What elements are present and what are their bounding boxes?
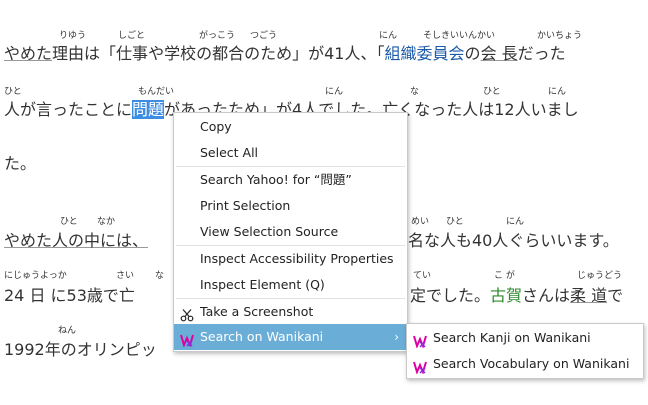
text-span: 定でした。 (410, 286, 491, 305)
menu-item-label: Take a Screenshot (200, 304, 314, 319)
furigana: さい (116, 271, 135, 281)
text-line-5: 24 日 に53歳で亡 (4, 286, 135, 305)
menu-item-label: View Selection Source (200, 224, 339, 239)
text-line-6: 1992年のオリンピッ (4, 340, 157, 359)
menu-item-search-wanikani[interactable]: Search on Wanikani › (174, 324, 407, 350)
text-span: や (148, 44, 165, 63)
word-link[interactable]: 組織委員会 (385, 44, 465, 63)
text-line-3: た。 (4, 154, 37, 173)
furigana: な (155, 271, 165, 281)
text-span: の (464, 44, 481, 63)
text-span: だった (517, 44, 566, 63)
menu-item-label: Inspect Accessibility Properties (200, 251, 394, 266)
menu-item-search-vocabulary[interactable]: Search Vocabulary on Wanikani (407, 351, 643, 377)
menu-item-search-kanji[interactable]: Search Kanji on Wanikani (407, 325, 643, 351)
text-span: 理由 (52, 44, 85, 63)
menu-item-label: Inspect Element (Q) (200, 277, 325, 292)
text-span: 人 (4, 100, 21, 119)
furigana: ねん (58, 326, 77, 336)
text-span: 都合 (212, 44, 245, 63)
furigana: にじゅうよっか (4, 271, 67, 281)
text-span: 、「 (360, 44, 385, 63)
chevron-right-icon: › (394, 330, 399, 344)
menu-item-label: Search Yahoo! for “問題” (200, 172, 352, 187)
text-span: 人 (344, 44, 361, 63)
text-line-1: やめた理由は「仕事や学校の都合のため」が41人、「組織委員会の会 長だった (4, 40, 566, 64)
text-span: の (196, 44, 213, 63)
furigana: なか (97, 217, 116, 227)
furigana: じゅうどう (577, 271, 623, 281)
word-link[interactable]: 会 長 (481, 44, 518, 63)
menu-item-view-selection-source[interactable]: View Selection Source (174, 219, 407, 245)
word-link[interactable]: やめた (4, 44, 52, 63)
text-span: のため」が41 (244, 44, 345, 63)
text-span: 学校 (164, 44, 197, 63)
menu-item-label: Search Vocabulary on Wanikani (433, 356, 630, 371)
furigana: こ が (494, 271, 515, 281)
menu-item-inspect-accessibility[interactable]: Inspect Accessibility Properties (174, 246, 407, 272)
text-span: が言ったことに (20, 100, 133, 119)
menu-item-label: Select All (200, 145, 259, 160)
wanikani-icon (180, 330, 194, 348)
text-span: 仕事 (116, 44, 149, 63)
wanikani-icon (413, 331, 427, 349)
menu-item-label: Print Selection (200, 198, 291, 213)
menu-item-label: Search on Wanikani (200, 329, 324, 344)
word-link[interactable]: 古賀 (490, 286, 522, 305)
word-link[interactable]: 柔 道 (570, 286, 607, 305)
menu-item-search-yahoo[interactable]: Search Yahoo! for “問題” (174, 167, 407, 193)
furigana: ひと (446, 217, 464, 227)
menu-item-inspect-element[interactable]: Inspect Element (Q) (174, 272, 407, 298)
menu-item-label: Search Kanji on Wanikani (433, 330, 591, 345)
text-span: さんは (522, 286, 571, 305)
furigana: てい (413, 271, 432, 281)
text-line-4b: 名な人も40人ぐらいいます。 (408, 231, 619, 250)
wanikani-submenu: Search Kanji on Wanikani Search Vocabula… (406, 323, 644, 379)
menu-item-take-screenshot[interactable]: Take a Screenshot (174, 299, 407, 325)
menu-item-copy[interactable]: Copy (174, 114, 407, 140)
furigana: にん (506, 217, 525, 227)
wanikani-icon (413, 357, 427, 375)
menu-item-select-all[interactable]: Select All (174, 140, 407, 166)
text-line-5b: 定でした。古賀さんは柔 道で (410, 282, 623, 306)
text-span: で (607, 286, 624, 305)
selected-text[interactable]: 問題 (132, 100, 165, 119)
context-menu: Copy Select All Search Yahoo! for “問題” P… (173, 112, 408, 352)
furigana: ひと (60, 217, 78, 227)
furigana: めい (411, 217, 430, 227)
word-link[interactable]: やめた人の中には、 (4, 231, 148, 250)
text-span: は「 (84, 44, 117, 63)
menu-item-print-selection[interactable]: Print Selection (174, 193, 407, 219)
text-line-4: やめた人の中には、 (4, 227, 148, 251)
scissors-icon (180, 305, 194, 322)
menu-item-label: Copy (200, 119, 232, 134)
